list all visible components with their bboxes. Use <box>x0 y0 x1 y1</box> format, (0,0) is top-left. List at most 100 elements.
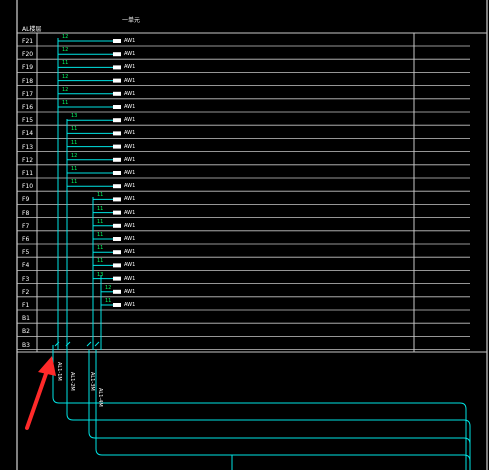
floor-label: F8 <box>22 209 30 217</box>
distribution-box <box>113 303 121 307</box>
floor-label: F4 <box>22 262 30 270</box>
distribution-box <box>113 144 121 149</box>
cable-label: 12 <box>62 73 69 80</box>
floor-label: F16 <box>22 104 34 111</box>
device-label: AW1 <box>124 262 136 269</box>
cable-label: 11 <box>71 166 78 172</box>
distribution-box <box>113 237 121 241</box>
distribution-box <box>113 105 121 109</box>
floor-label: B2 <box>22 328 30 336</box>
cable-label: 11 <box>62 100 69 106</box>
cable-label: 12 <box>71 152 78 159</box>
device-label: AW1 <box>124 64 136 71</box>
distribution-box <box>113 131 121 136</box>
device-label: AW1 <box>124 51 136 58</box>
device-label: AW1 <box>124 275 136 282</box>
device-label: AW1 <box>124 143 136 150</box>
distribution-box <box>113 91 121 96</box>
device-label: AW1 <box>124 130 136 137</box>
device-label: AW1 <box>124 38 136 44</box>
feeder-extension <box>52 345 467 470</box>
distribution-box <box>113 210 121 215</box>
feeder-extension <box>66 350 471 470</box>
device-label: AW1 <box>124 288 136 295</box>
riser-diagram <box>16 0 488 470</box>
floor-label: F20 <box>22 51 34 59</box>
drawing-frame <box>16 0 488 470</box>
cable-label: 12 <box>105 284 112 291</box>
riser-label: AL1-4M <box>97 388 103 407</box>
floor-label: F5 <box>22 249 30 257</box>
floor-label: F12 <box>22 156 34 164</box>
device-label: AW1 <box>124 90 136 97</box>
distribution-box <box>113 289 121 294</box>
cable-label: 12 <box>62 34 69 40</box>
cable-label: 11 <box>97 192 104 199</box>
cable-label: 11 <box>97 218 104 225</box>
annotation-arrow <box>25 356 56 430</box>
cable-label: 11 <box>97 205 104 212</box>
cable-label: 13 <box>97 271 104 278</box>
floor-label: B3 <box>22 341 30 349</box>
floor-label: F13 <box>22 143 34 151</box>
distribution-box <box>113 157 121 162</box>
floor-label: F1 <box>22 302 30 309</box>
floor-label: F21 <box>22 38 34 45</box>
floor-label: F7 <box>22 222 30 230</box>
cable-label: 11 <box>62 60 69 67</box>
cable-label: 13 <box>71 113 78 120</box>
distribution-box <box>113 184 121 189</box>
device-label: AW1 <box>124 104 136 110</box>
unit-label: 一单元 <box>122 17 141 24</box>
distribution-box <box>113 171 121 175</box>
cable-label: 12 <box>62 86 69 93</box>
floor-label: F3 <box>22 275 30 283</box>
distribution-box <box>113 250 121 255</box>
cad-canvas[interactable]: AL楼层 一单元 F21 F20 F19 F18 F17 F16 F15 F14 F13 F12 F… <box>0 0 489 470</box>
device-label: AW1 <box>124 209 136 216</box>
distribution-box <box>113 78 121 83</box>
cable-label: 11 <box>97 258 104 265</box>
device-label: AW1 <box>124 170 136 176</box>
distribution-box <box>113 276 121 281</box>
distribution-box <box>113 65 121 70</box>
cable-label: 11 <box>97 245 104 252</box>
bus-tick <box>94 341 100 347</box>
cable-label: 11 <box>71 179 78 186</box>
device-label: AW1 <box>124 249 136 256</box>
floor-label: F10 <box>22 183 34 191</box>
device-label: AW1 <box>124 302 136 308</box>
device-label: AW1 <box>124 117 136 124</box>
distribution-boxes <box>113 39 121 307</box>
cable-label: 11 <box>105 298 112 304</box>
device-label: AW1 <box>124 183 136 190</box>
device-label: AW1 <box>124 77 136 84</box>
feeder-extension <box>95 350 471 470</box>
feeder-extension <box>88 350 471 470</box>
device-label: AW1 <box>124 236 136 242</box>
distribution-box <box>113 197 121 202</box>
cable-label: 12 <box>62 47 69 54</box>
distribution-box <box>113 263 121 268</box>
cable-label: 11 <box>97 232 104 238</box>
cable-label: 11 <box>71 126 78 133</box>
riser-label: AL1-1M <box>56 362 62 381</box>
distribution-box <box>113 118 121 123</box>
floor-label: B1 <box>22 315 30 323</box>
riser-label: AL1-2M <box>69 372 75 391</box>
device-label: AW1 <box>124 156 136 163</box>
arrow-shaft <box>25 366 50 430</box>
floor-label: F14 <box>22 130 34 138</box>
bus-tick <box>86 341 92 347</box>
floor-label: F17 <box>22 90 34 98</box>
floor-label: F18 <box>22 77 34 85</box>
floor-label: F6 <box>22 236 30 243</box>
riser-label: AL1-3M <box>89 372 95 391</box>
floor-label: F19 <box>22 64 34 72</box>
floor-label: F11 <box>22 170 34 177</box>
floor-label: F15 <box>22 117 34 125</box>
floor-label: F9 <box>22 196 30 204</box>
distribution-box <box>113 39 121 43</box>
floor-gridlines <box>17 45 487 353</box>
distribution-box <box>113 223 121 228</box>
